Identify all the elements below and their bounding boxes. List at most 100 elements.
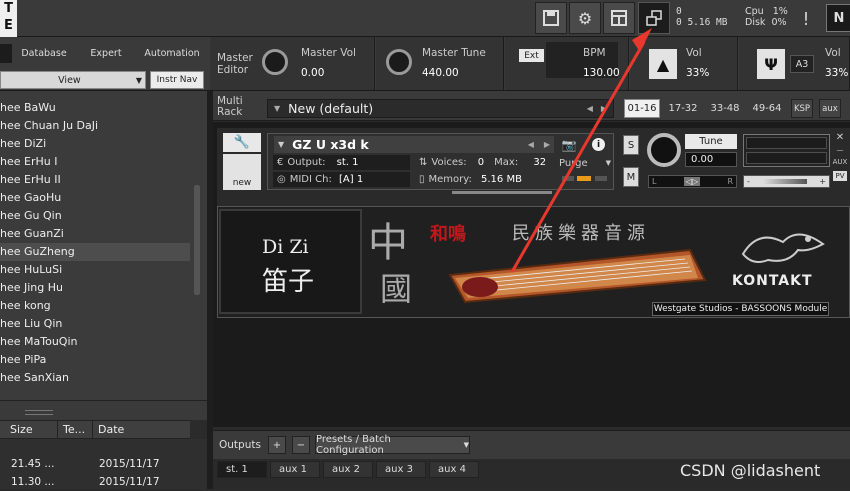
info-button[interactable]: i [592,138,605,151]
page-49-64[interactable]: 49-64 [748,99,786,118]
list-item[interactable]: hee BaWu [0,99,190,117]
close-instrument-button[interactable]: ✕ [833,131,847,143]
output-select[interactable]: € Output: st. 1 [273,155,410,170]
master-tune-knob[interactable] [386,49,412,75]
tune-knob[interactable] [647,133,681,167]
next-preset-icon[interactable]: ▶ [601,104,613,113]
instrument-icon[interactable]: new [223,154,261,190]
kontakt-logo: KONTAKT [732,273,813,289]
next-instrument-icon[interactable]: ▶ [544,140,554,149]
vol-minus-label: - [747,177,750,186]
reference-note[interactable]: A3 [790,55,814,73]
bpm-value[interactable]: 130.00 [583,67,620,79]
ksp-button[interactable]: KSP [791,99,813,118]
list-item[interactable]: hee Gu Qin [0,207,190,225]
list-item[interactable]: hee Jing Hu [0,279,190,297]
list-item[interactable]: hee ErHu I [0,153,190,171]
output-channel[interactable]: aux 1 [270,461,320,478]
minimize-instrument-button[interactable]: — [833,145,847,155]
minimize-view-button[interactable] [638,2,670,34]
add-output-button[interactable]: + [268,436,286,454]
browser-scroll-thumb[interactable] [194,185,200,295]
tuning-fork-button[interactable]: Ψ [757,49,785,79]
column-date[interactable]: Date [93,420,190,439]
master-vol-value[interactable]: 0.00 [301,67,324,79]
output-channel[interactable]: aux 3 [376,461,426,478]
remove-output-button[interactable]: − [292,436,310,454]
tab-automation[interactable]: Automation [142,44,202,62]
metronome-button[interactable]: ▲ [649,49,677,79]
view-select[interactable]: View ▼ [0,71,146,89]
warning-button[interactable]: ! [792,6,820,32]
list-item[interactable]: hee Chuan Ju DaJi [0,117,190,135]
prev-preset-icon[interactable]: ◀ [587,104,601,113]
list-item[interactable]: hee MaTouQin [0,333,190,351]
level-meter-right [746,152,827,164]
settings-button[interactable]: ⚙ [569,2,601,34]
layout-button[interactable] [603,2,635,34]
dragon-emblem-icon [741,233,825,263]
aux-sends-button[interactable]: AUX [833,157,848,167]
metronome-vol-value[interactable]: 33% [686,67,709,79]
mute-button[interactable]: M [623,167,639,187]
instrument-scrollbar[interactable] [452,191,552,194]
ext-sync-button[interactable]: Ext [519,49,544,62]
output-channel[interactable]: st. 1 [217,461,267,478]
instr-nav-button[interactable]: Instr Nav [150,71,204,89]
solo-button[interactable]: S [623,135,639,155]
instrument-edit-button[interactable]: 🔧 [223,133,261,152]
voices-row: ⇅ Voices: 0 Max: 32 [415,155,555,170]
outputs-label: Outputs [219,439,261,451]
page-01-16[interactable]: 01-16 [624,99,660,118]
instrument-volume-slider[interactable]: - + [743,175,830,188]
instrument-name-field[interactable]: ▼ GZ U x3d k ◀ ▶ [274,136,554,153]
cpu-label: Cpu [745,6,764,17]
cpu-value: 1% [772,6,788,17]
gear-icon: ⚙ [577,8,593,28]
master-tune-value[interactable]: 440.00 [422,67,459,79]
aux-button[interactable]: aux [819,99,841,118]
ni-button[interactable]: N [826,4,850,32]
tune-value[interactable]: 0.00 [685,152,737,167]
output-channel[interactable]: aux 4 [429,461,479,478]
tab-database[interactable]: Database [18,44,70,62]
file-size: 21.45 ... [11,458,55,470]
volume-handle-icon[interactable] [762,179,807,184]
presets-batch-menu[interactable]: Presets / Batch Configuration ▼ [315,434,470,456]
list-item[interactable]: hee DiZi [0,135,190,153]
list-item[interactable]: hee ErHu II [0,171,190,189]
dizi-title-zh: 笛子 [262,267,315,297]
column-type[interactable]: Te... [58,420,93,439]
output-channel[interactable]: aux 2 [323,461,373,478]
tab-expert[interactable]: Expert [80,44,132,62]
page-33-48[interactable]: 33-48 [705,99,745,118]
purge-menu[interactable]: Purge ▼ [559,156,611,170]
pan-handle-icon[interactable]: ◁▷ [683,177,701,186]
file-date: 2015/11/17 [99,458,160,470]
column-size[interactable]: Size [5,420,58,439]
list-item[interactable]: hee kong [0,297,190,315]
splitter-grip-icon[interactable] [25,410,53,415]
master-vol-knob[interactable] [262,49,288,75]
midi-channel-select[interactable]: ◎ MIDI Ch: [A] 1 [273,172,410,187]
browser-tab-files[interactable] [0,44,12,63]
save-button[interactable] [535,2,567,34]
cpu-disk-status: Cpu 1% Disk 0% [745,6,788,28]
list-item[interactable]: hee GuanZi [0,225,190,243]
snapshot-button[interactable]: 📷 [558,137,580,153]
list-item[interactable]: hee GaoHu [0,189,190,207]
list-item[interactable]: hee GuZheng [0,243,190,261]
prev-instrument-icon[interactable]: ◀ [528,140,544,149]
list-item[interactable]: hee SanXian [0,369,190,387]
max-voices-value[interactable]: 32 [521,157,546,168]
midi-label: MIDI Ch: [289,174,332,185]
list-item[interactable]: hee PiPa [0,351,190,369]
list-item[interactable]: hee HuLuSi [0,261,190,279]
reference-vol-value[interactable]: 33% [825,67,848,79]
pan-slider[interactable]: L ◁▷ R [648,175,737,188]
guzheng-image [448,248,707,304]
pv-button[interactable]: PV [833,171,847,181]
page-17-32[interactable]: 17-32 [664,99,702,118]
multi-preset-selector[interactable]: ▼ New (default) ◀ ▶ [267,99,614,118]
list-item[interactable]: hee Liu Qin [0,315,190,333]
